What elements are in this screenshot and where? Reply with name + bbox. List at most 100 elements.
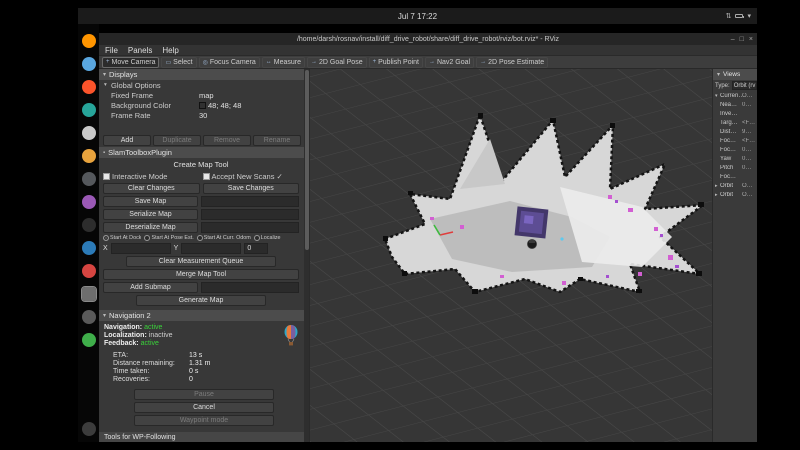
views-property-name: Curren… [720,92,742,99]
cancel-button[interactable]: Cancel [134,402,274,413]
views-row-4[interactable]: Dist… 9… [713,127,757,136]
pose-field-x[interactable] [110,243,171,254]
radio-start-at-dock[interactable]: Start At Dock [103,235,141,241]
close-icon[interactable]: × [749,36,753,43]
property-row-global-options[interactable]: ▾ Global Options [99,80,309,90]
radio-localize[interactable]: Localize [253,235,281,241]
views-row-9[interactable]: Foc… [713,172,757,181]
terminal-icon[interactable] [81,218,96,232]
generate-map-button[interactable]: Generate Map [136,295,266,306]
views-row-0[interactable]: ▾ Curren… O… [713,91,757,100]
views-panel-header[interactable]: ▾ Views [713,69,757,80]
save-map-button[interactable]: Save Map [103,196,198,207]
files-icon[interactable] [81,172,96,186]
add-button[interactable]: Add [103,135,151,146]
views-row-7[interactable]: Yaw 0… [713,154,757,163]
views-row-8[interactable]: Pitch 0… [713,163,757,172]
checkbox-interactive-mode[interactable]: Interactive Mode [103,172,200,181]
tool-focus-camera[interactable]: ◎ Focus Camera [198,56,260,68]
views-row-6[interactable]: Foc… 0… [713,145,757,154]
radio-start-at-pose-est[interactable]: Start At Pose Est. [144,235,194,241]
tool-publish-point-icon: + [372,59,377,65]
title-bar[interactable]: /home/darsh/rosnav/install/diff_drive_ro… [99,33,757,45]
views-property-name: Foc… [720,137,737,144]
system-tray[interactable]: ⇅ ▾ [726,8,751,24]
displays-tree: ▾ Global Options Fixed Frame map Background … [99,80,309,134]
rename-button[interactable]: Rename [253,135,301,146]
serialize-map-button[interactable]: Serialize Map [103,209,198,220]
property-row-frame-rate[interactable]: Frame Rate 30 [99,110,309,120]
battery-icon [735,14,745,18]
tool-move-camera[interactable]: + Move Camera [102,56,160,68]
pose-field-y[interactable] [181,243,242,254]
add-submap-button[interactable]: Add Submap [103,282,198,293]
property-row-background-color[interactable]: Background Color 48; 48; 48 [99,100,309,110]
clear-measurement-queue-button[interactable]: Clear Measurement Queue [126,256,276,267]
minimize-icon[interactable]: – [731,36,735,43]
property-value[interactable]: 48; 48; 48 [199,101,309,110]
system-monitor-icon[interactable] [81,264,96,278]
3d-viewport[interactable] [0,0,800,450]
displays-panel-title: Displays [109,70,138,79]
save-changes-button[interactable]: Save Changes [202,183,299,194]
checkbox-accept-new-scans[interactable]: Accept New Scans ✓ [202,172,300,181]
add-submap-field[interactable] [201,282,299,293]
save-map-field[interactable] [201,196,299,207]
help-icon[interactable] [81,195,96,209]
chevron-down-icon: ▾ [103,72,107,78]
displays-panel-header[interactable]: ▾ Displays [99,69,309,80]
property-row-fixed-frame[interactable]: Fixed Frame map [99,90,309,100]
pause-button[interactable]: Pause [134,389,274,400]
text-editor-icon[interactable] [81,126,96,140]
tool-measure-icon: ↔ [265,59,272,65]
views-type-dropdown[interactable]: Orbit (rv [731,81,757,90]
ubuntu-software-icon[interactable] [81,149,96,163]
property-value[interactable]: 30 [199,111,309,120]
menu-panels[interactable]: Panels [128,46,152,55]
teal-app-icon[interactable] [81,103,96,117]
tool-move-camera-icon: + [106,59,110,65]
maximize-icon[interactable]: □ [740,36,744,43]
tool-2d-goal-pose[interactable]: → 2D Goal Pose [307,56,367,68]
radio-label: Start At Dock [110,235,142,241]
deserialize-map-button[interactable]: Deserialize Map [103,222,198,233]
pose-field-theta[interactable]: 0 [244,243,269,254]
clear-changes-button[interactable]: Clear Changes [103,183,200,194]
menu-file[interactable]: File [105,46,118,55]
wp-following-panel-header[interactable]: Tools for WP-Following [99,432,309,442]
views-row-11[interactable]: ▸ Orbit O… [713,190,757,199]
vscode-icon[interactable] [81,241,96,255]
clock[interactable]: Jul 7 17:22 [398,12,437,21]
views-row-10[interactable]: ▸ Orbit O… [713,181,757,190]
views-row-3[interactable]: Targ… <F… [713,118,757,127]
left-panel-scrollbar[interactable] [304,69,309,442]
tool-2d-pose-estimate-icon: → [480,59,487,65]
remove-button[interactable]: Remove [203,135,251,146]
firefox-icon[interactable] [81,34,96,48]
tool-nav2-goal[interactable]: → Nav2 Goal [424,56,475,68]
brave-icon[interactable] [81,80,96,94]
menu-help[interactable]: Help [162,46,178,55]
radio-start-at-curr-odom[interactable]: Start At Curr. Odom [196,235,251,241]
tool-2d-pose-estimate[interactable]: → 2D Pose Estimate [476,56,549,68]
duplicate-button[interactable]: Duplicate [153,135,201,146]
tweaks-icon[interactable] [81,310,96,324]
property-value[interactable]: map [199,91,309,100]
chromium-icon[interactable] [81,57,96,71]
serialize-map-field[interactable] [201,209,299,220]
slam-panel-header[interactable]: ▪ SlamToolboxPlugin [99,147,309,158]
nav2-panel-header[interactable]: ▾ Navigation 2 [99,310,309,321]
tool-publish-point[interactable]: + Publish Point [368,56,423,68]
extensions-icon[interactable] [81,333,96,347]
waypoint-mode-button[interactable]: Waypoint mode [134,415,274,426]
tool-select[interactable]: ▭ Select [161,56,197,68]
merge-map-tool-button[interactable]: Merge Map Tool [103,269,299,280]
tool-label: Select [173,58,193,66]
settings-icon[interactable] [80,286,97,302]
views-row-2[interactable]: Inve… [713,109,757,118]
tool-measure[interactable]: ↔ Measure [261,56,306,68]
deserialize-map-field[interactable] [201,222,299,233]
views-row-1[interactable]: Nea… 0… [713,100,757,109]
show-apps-icon[interactable] [81,422,96,436]
views-row-5[interactable]: Foc… <F… [713,136,757,145]
